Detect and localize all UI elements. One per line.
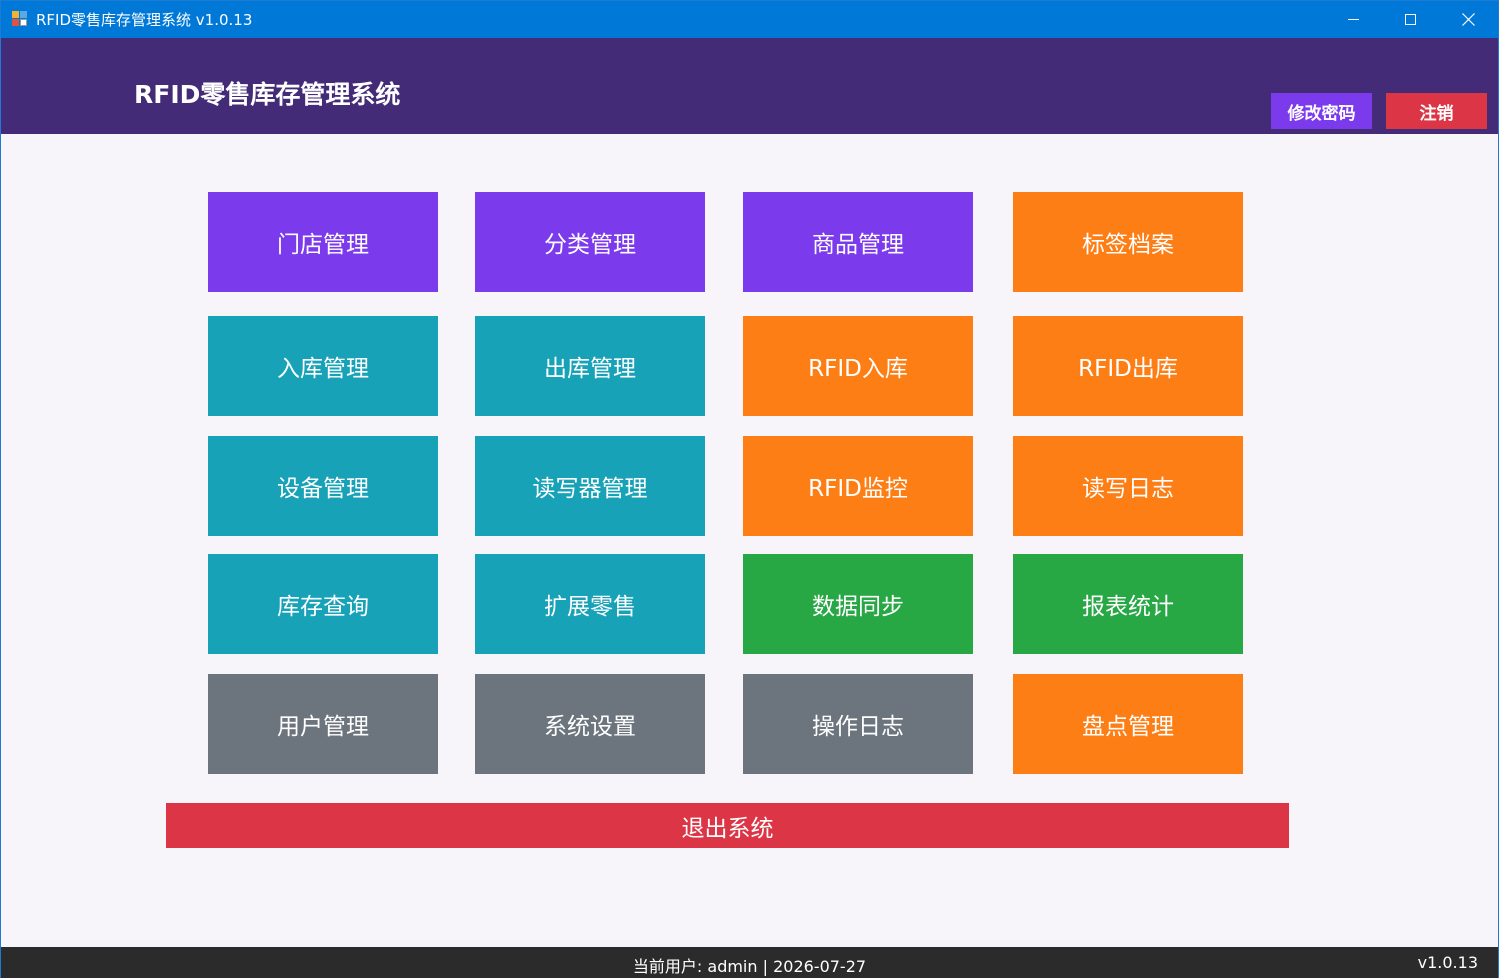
- status-bar: 当前用户: admin | 2026-07-27 v1.0.13: [1, 947, 1498, 978]
- maximize-button[interactable]: [1381, 1, 1439, 38]
- tile-stocktake-management[interactable]: 盘点管理: [1013, 674, 1243, 774]
- app-title: RFID零售库存管理系统: [134, 80, 401, 109]
- tile-operation-log[interactable]: 操作日志: [743, 674, 973, 774]
- tile-user-management[interactable]: 用户管理: [208, 674, 438, 774]
- tile-category-management[interactable]: 分类管理: [475, 192, 705, 292]
- tile-device-management[interactable]: 设备管理: [208, 436, 438, 536]
- tile-tag-archive[interactable]: 标签档案: [1013, 192, 1243, 292]
- close-icon: [1461, 13, 1475, 26]
- tile-extended-retail[interactable]: 扩展零售: [475, 554, 705, 654]
- app-icon: [12, 11, 29, 27]
- tile-inbound-management[interactable]: 入库管理: [208, 316, 438, 416]
- maximize-icon: [1404, 14, 1416, 25]
- minimize-button[interactable]: [1324, 1, 1382, 38]
- tile-system-settings[interactable]: 系统设置: [475, 674, 705, 774]
- tile-store-management[interactable]: 门店管理: [208, 192, 438, 292]
- tile-reader-management[interactable]: 读写器管理: [475, 436, 705, 536]
- tile-rfid-outbound[interactable]: RFID出库: [1013, 316, 1243, 416]
- tile-report-statistics[interactable]: 报表统计: [1013, 554, 1243, 654]
- current-user-status: 当前用户: admin | 2026-07-27: [632, 957, 867, 976]
- app-window: RFID零售库存管理系统 v1.0.13 RFID零售库存管理系统 修改密码 注…: [0, 0, 1499, 978]
- tile-outbound-management[interactable]: 出库管理: [475, 316, 705, 416]
- close-button[interactable]: [1439, 1, 1497, 38]
- minimize-icon: [1347, 19, 1359, 20]
- title-bar[interactable]: RFID零售库存管理系统 v1.0.13: [1, 1, 1498, 38]
- header-banner: RFID零售库存管理系统 修改密码 注销: [1, 38, 1498, 134]
- tile-data-sync[interactable]: 数据同步: [743, 554, 973, 654]
- logout-button[interactable]: 注销: [1386, 93, 1487, 129]
- change-password-button[interactable]: 修改密码: [1271, 93, 1372, 129]
- tile-rfid-monitor[interactable]: RFID监控: [743, 436, 973, 536]
- window-title: RFID零售库存管理系统 v1.0.13: [36, 11, 253, 29]
- tile-product-management[interactable]: 商品管理: [743, 192, 973, 292]
- tile-inventory-query[interactable]: 库存查询: [208, 554, 438, 654]
- exit-system-button[interactable]: 退出系统: [166, 803, 1289, 848]
- tile-read-write-log[interactable]: 读写日志: [1013, 436, 1243, 536]
- version-label: v1.0.13: [1417, 953, 1478, 972]
- tile-rfid-inbound[interactable]: RFID入库: [743, 316, 973, 416]
